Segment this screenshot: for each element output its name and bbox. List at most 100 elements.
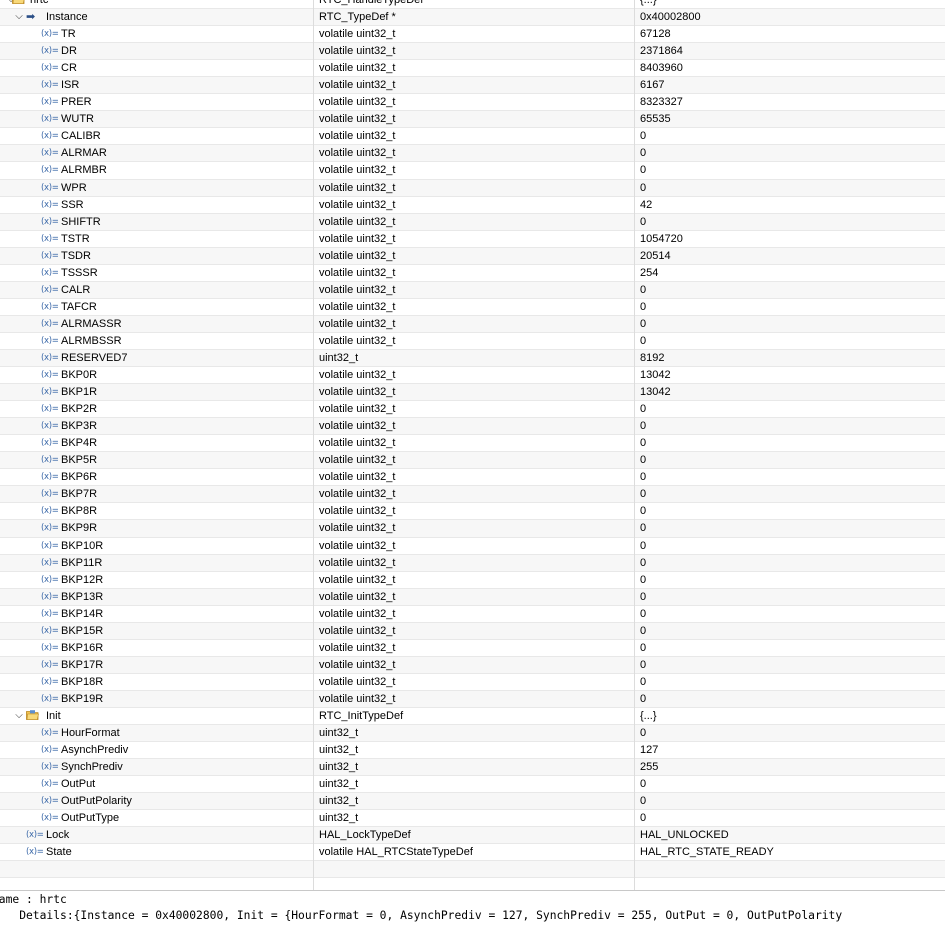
value-cell[interactable]: 0 <box>635 333 945 349</box>
value-cell[interactable]: 67128 <box>635 26 945 42</box>
tree-row[interactable]: (x)= ISR volatile uint32_t 6167 <box>0 77 945 95</box>
tree-row[interactable]: (x)= BKP17R volatile uint32_t 0 <box>0 656 945 674</box>
value-cell[interactable]: 8323327 <box>635 94 945 110</box>
tree-row[interactable]: (x)= BKP19R volatile uint32_t 0 <box>0 690 945 708</box>
tree-row[interactable]: ⌵hrtc RTC_HandleTypeDef {...} <box>0 0 945 10</box>
tree-row[interactable]: (x)= BKP13R volatile uint32_t 0 <box>0 588 945 606</box>
tree-row[interactable]: (x)= ALRMAR volatile uint32_t 0 <box>0 145 945 163</box>
value-cell[interactable]: HAL_RTC_STATE_READY <box>635 844 945 860</box>
tree-row[interactable]: (x)= WUTR volatile uint32_t 65535 <box>0 111 945 129</box>
value-cell[interactable]: 13042 <box>635 367 945 383</box>
tree-row[interactable]: (x)= BKP2R volatile uint32_t 0 <box>0 401 945 419</box>
tree-row[interactable]: (x)= Lock HAL_LockTypeDef HAL_UNLOCKED <box>0 827 945 845</box>
value-cell[interactable]: 0 <box>635 128 945 144</box>
variables-tree[interactable]: ⌵hrtcRTC_HandleTypeDef{...}⌵➡InstanceRTC… <box>0 0 945 879</box>
tree-row[interactable]: (x)= ALRMBR volatile uint32_t 0 <box>0 162 945 180</box>
tree-row[interactable]: (x)= ALRMASSR volatile uint32_t 0 <box>0 315 945 333</box>
chevron-down-icon[interactable]: ⌵ <box>14 708 24 724</box>
column-divider-type[interactable] <box>313 0 314 890</box>
tree-row[interactable]: (x)= BKP12R volatile uint32_t 0 <box>0 572 945 589</box>
tree-row[interactable]: (x)= BKP1R volatile uint32_t 13042 <box>0 384 945 402</box>
tree-row[interactable]: (x)= BKP18R volatile uint32_t 0 <box>0 674 945 691</box>
tree-row[interactable]: (x)= HourFormat uint32_t 0 <box>0 725 945 743</box>
value-cell[interactable]: 0 <box>635 793 945 809</box>
value-cell[interactable]: 0 <box>635 520 945 536</box>
tree-row[interactable]: (x)= AsynchPrediv uint32_t 127 <box>0 742 945 760</box>
column-divider-value[interactable] <box>634 0 635 890</box>
tree-row[interactable]: (x)= BKP9R volatile uint32_t 0 <box>0 520 945 538</box>
tree-row[interactable]: (x)= BKP16R volatile uint32_t 0 <box>0 640 945 657</box>
tree-row[interactable]: (x)= State volatile HAL_RTCStateTypeDef HAL… <box>0 844 945 862</box>
value-cell[interactable]: 20514 <box>635 248 945 264</box>
value-cell[interactable]: {...} <box>635 0 945 8</box>
tree-row[interactable]: (x)= TR volatile uint32_t 67128 <box>0 26 945 44</box>
tree-row[interactable]: (x)= DR volatile uint32_t 2371864 <box>0 43 945 61</box>
tree-row[interactable]: (x)= BKP5R volatile uint32_t 0 <box>0 452 945 470</box>
value-cell[interactable]: 1054720 <box>635 231 945 247</box>
tree-row[interactable]: (x)= TSTR volatile uint32_t 1054720 <box>0 231 945 248</box>
tree-row[interactable]: (x)= BKP10R volatile uint32_t 0 <box>0 538 945 555</box>
value-cell[interactable]: 0 <box>635 691 945 707</box>
tree-row[interactable]: (x)= OutPut uint32_t 0 <box>0 776 945 794</box>
value-cell[interactable]: 0 <box>635 810 945 826</box>
tree-row[interactable]: (x)= PRER volatile uint32_t 8323327 <box>0 94 945 112</box>
value-cell[interactable]: 0 <box>635 503 945 519</box>
value-cell[interactable]: 0 <box>635 589 945 605</box>
details-pane[interactable]: Name : hrtc Details:{Instance = 0x400028… <box>0 890 945 925</box>
value-cell[interactable]: 0 <box>635 299 945 315</box>
tree-row[interactable]: (x)= BKP6R volatile uint32_t 0 <box>0 469 945 487</box>
tree-row[interactable]: (x)= WPR volatile uint32_t 0 <box>0 179 945 197</box>
value-cell[interactable]: 0 <box>635 640 945 656</box>
tree-row[interactable]: (x)= BKP0R volatile uint32_t 13042 <box>0 367 945 385</box>
tree-row[interactable]: (x)= RESERVED7 uint32_t 8192 <box>0 349 945 368</box>
chevron-down-icon[interactable]: ⌵ <box>14 9 24 25</box>
tree-row[interactable]: (x)= OutPutType uint32_t 0 <box>0 810 945 828</box>
value-cell[interactable]: 0 <box>635 486 945 502</box>
tree-row[interactable] <box>0 861 945 879</box>
value-cell[interactable]: {...} <box>635 708 945 724</box>
value-cell[interactable]: HAL_UNLOCKED <box>635 827 945 843</box>
value-cell[interactable]: 0 <box>635 180 945 196</box>
value-cell[interactable]: 0 <box>635 418 945 434</box>
tree-row[interactable]: (x)= CR volatile uint32_t 8403960 <box>0 60 945 78</box>
value-cell[interactable]: 0 <box>635 657 945 673</box>
value-cell[interactable] <box>635 861 945 877</box>
tree-row[interactable]: (x)= TSSSR volatile uint32_t 254 <box>0 265 945 282</box>
tree-row[interactable]: (x)= BKP4R volatile uint32_t 0 <box>0 435 945 453</box>
tree-row[interactable]: (x)= SSR volatile uint32_t 42 <box>0 197 945 214</box>
tree-row[interactable]: ⌵ Init RTC_InitTypeDef {...} <box>0 708 945 726</box>
value-cell[interactable]: 254 <box>635 265 945 281</box>
value-cell[interactable]: 0 <box>635 282 945 298</box>
value-cell[interactable]: 65535 <box>635 111 945 127</box>
tree-row[interactable]: (x)= CALR volatile uint32_t 0 <box>0 281 945 299</box>
value-cell[interactable]: 8192 <box>635 350 945 366</box>
value-cell[interactable]: 0 <box>635 162 945 178</box>
value-cell[interactable]: 0 <box>635 606 945 622</box>
value-cell[interactable]: 0 <box>635 214 945 230</box>
value-cell[interactable]: 255 <box>635 759 945 775</box>
tree-row[interactable]: ⌵ ➡ Instance RTC_TypeDef * 0x40002800 <box>0 9 945 27</box>
value-cell[interactable]: 13042 <box>635 384 945 400</box>
tree-row[interactable]: (x)= BKP3R volatile uint32_t 0 <box>0 418 945 436</box>
value-cell[interactable]: 0 <box>635 145 945 161</box>
tree-row[interactable]: (x)= ALRMBSSR volatile uint32_t 0 <box>0 333 945 350</box>
tree-row[interactable]: (x)= SHIFTR volatile uint32_t 0 <box>0 213 945 231</box>
tree-row[interactable]: (x)= CALIBR volatile uint32_t 0 <box>0 128 945 146</box>
value-cell[interactable]: 0 <box>635 401 945 417</box>
value-cell[interactable]: 0x40002800 <box>635 9 945 25</box>
value-cell[interactable]: 0 <box>635 538 945 554</box>
value-cell[interactable]: 0 <box>635 623 945 639</box>
value-cell[interactable]: 0 <box>635 725 945 741</box>
tree-row[interactable]: (x)= BKP11R volatile uint32_t 0 <box>0 554 945 572</box>
value-cell[interactable]: 8403960 <box>635 60 945 76</box>
value-cell[interactable]: 127 <box>635 742 945 758</box>
value-cell[interactable]: 6167 <box>635 77 945 93</box>
value-cell[interactable]: 0 <box>635 555 945 571</box>
tree-row[interactable]: (x)= BKP7R volatile uint32_t 0 <box>0 486 945 504</box>
value-cell[interactable]: 0 <box>635 452 945 468</box>
tree-row[interactable]: (x)= BKP15R volatile uint32_t 0 <box>0 622 945 640</box>
tree-row[interactable]: (x)= BKP14R volatile uint32_t 0 <box>0 606 945 623</box>
value-cell[interactable]: 42 <box>635 197 945 213</box>
value-cell[interactable]: 0 <box>635 674 945 690</box>
tree-row[interactable]: (x)= SynchPrediv uint32_t 255 <box>0 759 945 777</box>
